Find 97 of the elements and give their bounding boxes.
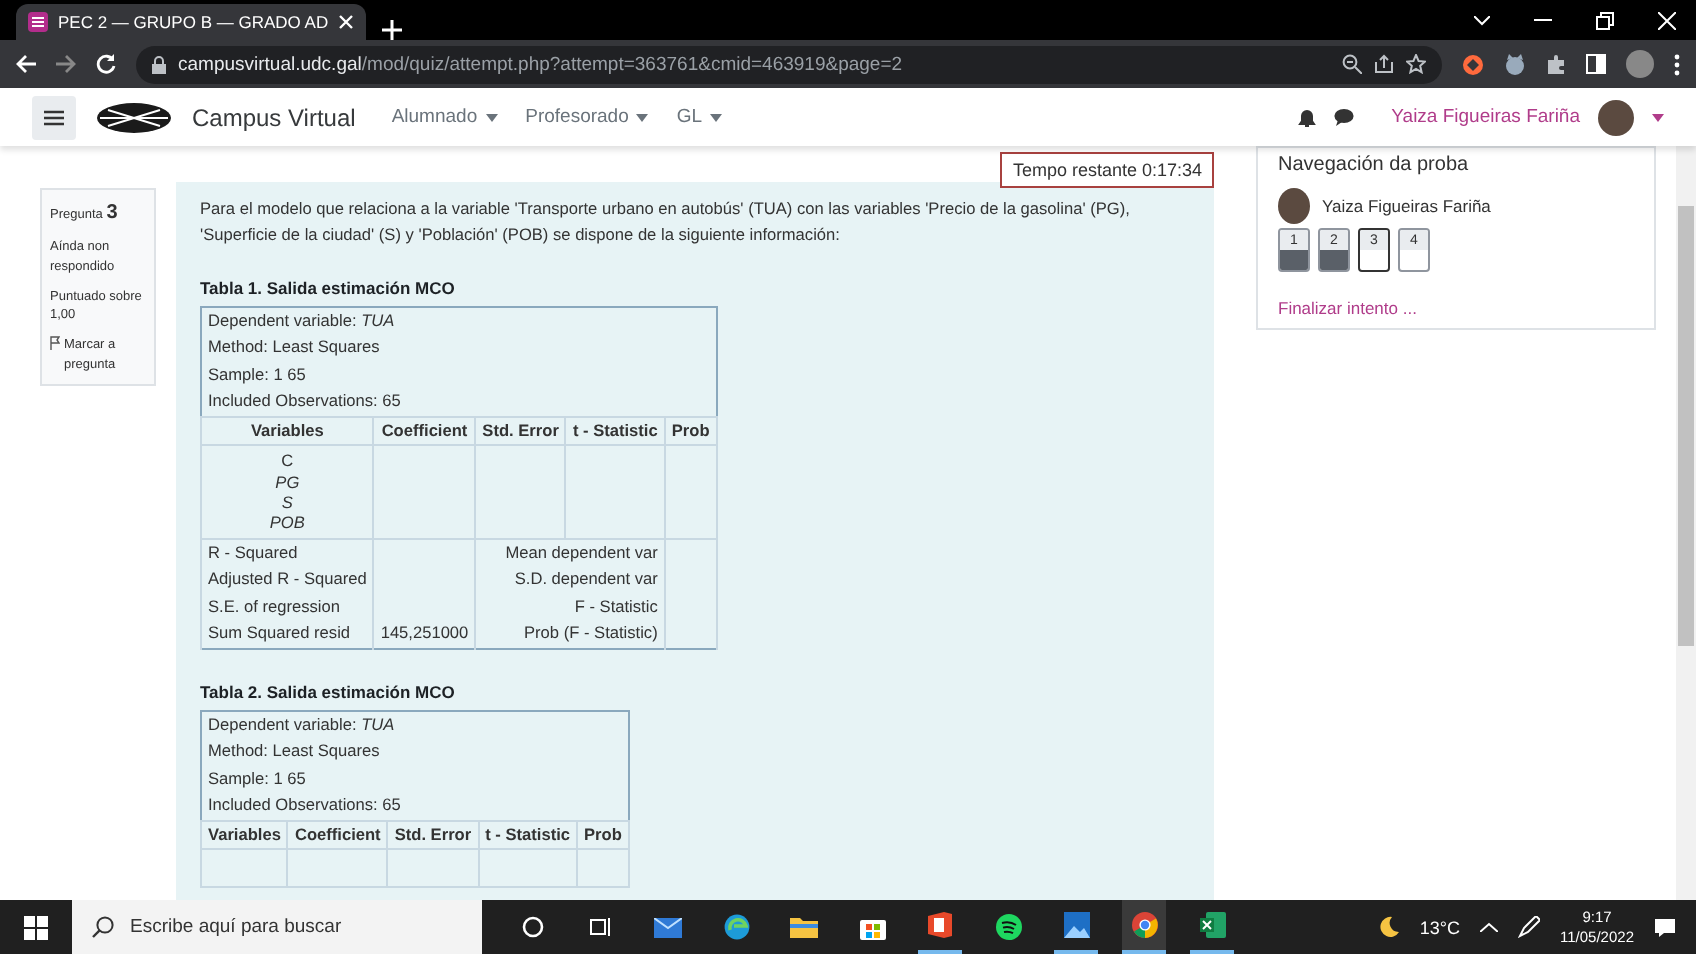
circle-icon[interactable]	[521, 916, 543, 938]
puzzle-icon[interactable]	[1546, 54, 1566, 74]
star-icon[interactable]	[1406, 54, 1426, 74]
flag-icon[interactable]	[50, 336, 60, 350]
mail-icon[interactable]	[654, 917, 682, 937]
browser-tab[interactable]: PEC 2 — GRUPO B — GRADO AD	[16, 4, 366, 40]
profile-avatar[interactable]	[1626, 50, 1654, 78]
table-info-text: Included Observations: 65	[208, 794, 401, 815]
new-tab-icon[interactable]	[382, 20, 402, 40]
windows-icon[interactable]	[24, 915, 48, 939]
temperature[interactable]: 13°C	[1419, 917, 1461, 937]
search-icon	[92, 916, 114, 938]
share-icon[interactable]	[1374, 54, 1394, 74]
nav-menu[interactable]: GL	[676, 106, 723, 128]
excel-icon[interactable]	[1199, 912, 1225, 938]
extension-badge-icon[interactable]	[1462, 53, 1484, 75]
table-info-text: Sample: 1 65	[208, 767, 306, 788]
column-header: Variables	[201, 416, 374, 446]
stat-value: 145,251000	[380, 622, 469, 643]
column-header: Prob	[664, 416, 717, 446]
column-header: Std. Error	[387, 820, 479, 850]
folder-icon[interactable]	[790, 916, 818, 938]
photos-icon[interactable]	[1063, 912, 1089, 938]
close-icon[interactable]	[338, 14, 355, 30]
column-header: Prob	[577, 820, 629, 850]
column-header: Variables	[201, 820, 288, 850]
table-info-text: Method: Least Squares	[208, 740, 380, 761]
back-icon[interactable]	[16, 54, 36, 74]
table-caption: Tabla 2. Salida estimación MCO	[200, 681, 457, 702]
sidebar-icon[interactable]	[1586, 54, 1606, 74]
stat-label: R - Squared	[208, 541, 298, 562]
stat-label: F - Statistic	[574, 595, 658, 616]
nav-menu[interactable]: Profesorado	[525, 106, 649, 128]
site-name: Campus Virtual	[192, 103, 356, 131]
user-avatar[interactable]	[1598, 99, 1634, 135]
user-avatar	[1278, 188, 1310, 224]
column-header: t - Statistic	[565, 416, 665, 446]
chevron-down-icon[interactable]	[1474, 15, 1490, 25]
question-text: Para el modelo que relaciona a la variable 'Transporte urbano en autobús' (TUA) con las variables 'Precio de la gasolina' (PG), 'Superficie de la ciudad' (S) y 'Población' (POB) se dispone de la siguiente información:	[200, 196, 1132, 249]
stat-label: Mean dependent var	[505, 541, 658, 562]
block-title: Navegación da proba	[1278, 154, 1471, 176]
logo-icon	[96, 101, 172, 133]
stat-label: Sum Squared resid	[208, 622, 351, 643]
table-info-text: Sample: 1 65	[208, 363, 306, 384]
column-header: Coefficient	[287, 820, 388, 850]
table-info-text: Dependent variable: TUA	[208, 309, 395, 330]
minimize-icon[interactable]	[1534, 18, 1552, 22]
cat-icon[interactable]	[1504, 53, 1526, 75]
table-info-text: Method: Least Squares	[208, 336, 380, 357]
finish-attempt-link[interactable]: Finalizar intento ...	[1278, 298, 1417, 318]
variable-name: S	[279, 491, 295, 513]
menu-button[interactable]	[32, 95, 76, 139]
caret-icon	[710, 113, 723, 121]
chrome-icon[interactable]	[1131, 912, 1157, 938]
spotify-icon[interactable]	[995, 914, 1021, 940]
stat-label: Prob (F - Statistic)	[524, 622, 658, 643]
lock-icon	[152, 55, 166, 73]
close-icon[interactable]	[1658, 11, 1676, 29]
forward-icon[interactable]	[56, 54, 76, 74]
notification-icon[interactable]	[1654, 917, 1676, 937]
variable-name: C	[279, 450, 296, 472]
zoom-icon[interactable]	[1342, 54, 1362, 74]
taskbar-search-field[interactable]: Escribe aquí para buscar	[72, 900, 482, 954]
user-name: Yaiza Figueiras Fariña	[1322, 196, 1491, 216]
variable-name: POB	[267, 512, 307, 534]
time-remaining: Tempo restante 0:17:34	[1000, 152, 1214, 188]
task-view-icon[interactable]	[589, 916, 611, 938]
site-icon	[28, 12, 48, 32]
column-header: t - Statistic	[478, 820, 578, 850]
menu-icon	[44, 109, 64, 125]
edge-icon[interactable]	[723, 914, 749, 940]
variable-name: PG	[273, 471, 302, 492]
column-header: Std. Error	[475, 416, 566, 446]
chat-icon[interactable]	[1333, 108, 1354, 126]
caret-icon	[485, 113, 498, 121]
address-bar[interactable]: campusvirtual.udc.gal/mod/quiz/attempt.php?attempt=363761&cmid=463919&page=2	[136, 45, 1442, 83]
moon-icon	[1377, 916, 1400, 938]
caret-icon[interactable]	[1652, 113, 1664, 121]
table-info-text: Included Observations: 65	[208, 390, 401, 411]
nav-menu[interactable]: Alumnado	[391, 106, 498, 128]
table-info-text: Dependent variable: TUA	[208, 713, 395, 734]
table-caption: Tabla 1. Salida estimación MCO	[200, 277, 457, 298]
scrollbar-thumb[interactable]	[1678, 206, 1694, 646]
restore-icon[interactable]	[1596, 11, 1614, 29]
more-icon[interactable]	[1674, 53, 1680, 75]
caret-icon	[636, 113, 649, 121]
column-header: Coefficient	[373, 416, 476, 446]
chevron-up-icon[interactable]	[1480, 922, 1499, 932]
bell-icon[interactable]	[1297, 107, 1316, 127]
stat-label: Adjusted R - Squared	[208, 568, 367, 589]
stat-label: S.E. of regression	[208, 595, 340, 616]
store-icon[interactable]	[859, 914, 885, 940]
pen-icon[interactable]	[1518, 916, 1541, 938]
stat-label: S.D. dependent var	[514, 568, 658, 589]
reload-icon[interactable]	[96, 54, 116, 74]
user-name[interactable]: Yaiza Figueiras Fariña	[1391, 106, 1580, 128]
office-icon[interactable]	[928, 912, 952, 938]
